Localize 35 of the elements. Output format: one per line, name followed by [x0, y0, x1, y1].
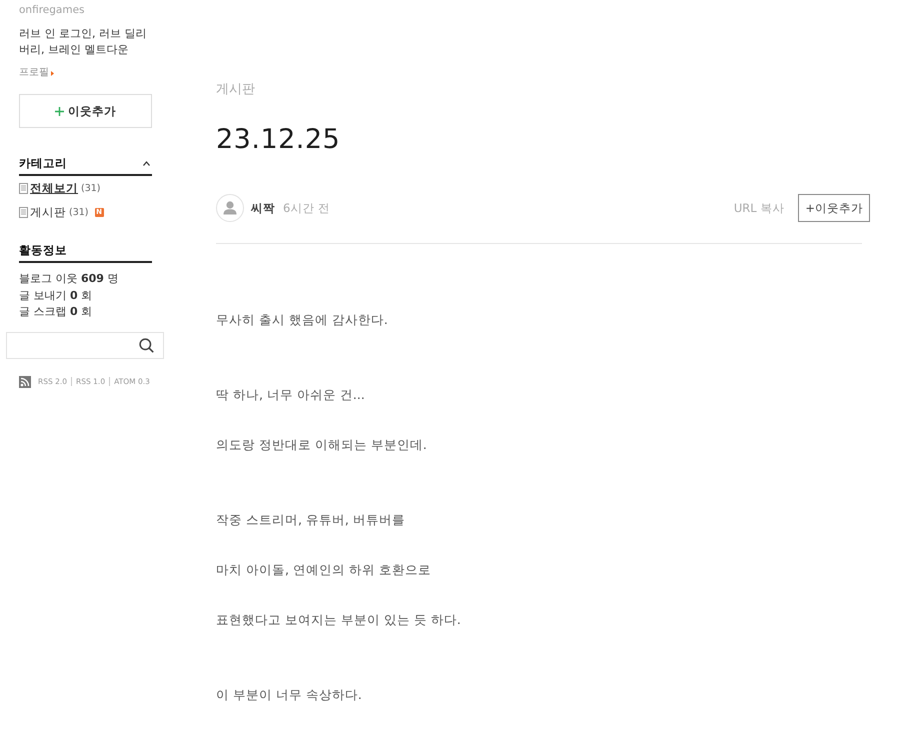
add-neighbor-button[interactable]: 이웃추가	[19, 94, 152, 128]
post-paragraph: 의도랑 정반대로 이해되는 부분인데.	[216, 436, 427, 454]
blog-id: onfiregames	[19, 3, 84, 17]
caret-up-icon[interactable]	[143, 160, 150, 166]
post-paragraph: 마치 아이돌, 연예인의 하위 호환으로	[216, 561, 431, 579]
post-paragraph: 작중 스트리머, 유튜버, 버튜버를	[216, 511, 405, 529]
document-icon	[19, 206, 28, 218]
document-icon	[19, 182, 28, 194]
post-title: 23.12.25	[216, 123, 340, 157]
post-paragraph: 무사히 출시 했음에 감사한다.	[216, 311, 388, 329]
stat-text: 글 스크랩 0 회	[19, 304, 92, 320]
rss-icon[interactable]	[19, 376, 31, 388]
add-neighbor-button[interactable]: +이웃추가	[798, 194, 870, 222]
search-field[interactable]	[6, 332, 164, 358]
stat-text: 글 보내기 0 회	[19, 288, 92, 304]
avatar-icon	[216, 194, 244, 222]
post-paragraph: 표현했다고 보여지는 부분이 있는 듯 하다.	[216, 611, 461, 629]
category-link[interactable]: 게시판	[30, 204, 66, 220]
search-icon[interactable]	[139, 338, 154, 352]
post-count: (31)	[69, 206, 89, 218]
post-paragraph: 이 부분이 너무 속상하다.	[216, 686, 362, 704]
author-name[interactable]: 씨짝	[251, 200, 275, 216]
category-heading: 카테고리	[19, 156, 67, 170]
post-category-link[interactable]: 게시판	[216, 80, 255, 100]
url-copy-link[interactable]: URL 복사	[734, 200, 784, 216]
triangle-icon	[51, 70, 54, 76]
activity-heading: 활동정보	[19, 242, 67, 258]
post-count: (31)	[81, 182, 101, 194]
post-paragraph: 딱 하나, 너무 아쉬운 건...	[216, 386, 365, 404]
profile-link[interactable]: 프로필	[19, 66, 54, 80]
blog-description: 러브 인 로그인, 러브 딜리버리, 브레인 멜트다운	[19, 26, 148, 58]
plus-icon	[55, 106, 64, 116]
category-link[interactable]: 전체보기	[30, 180, 78, 196]
stat-text: 블로그 이웃 609 명	[19, 271, 118, 287]
post-time: 6시간 전	[283, 200, 330, 216]
